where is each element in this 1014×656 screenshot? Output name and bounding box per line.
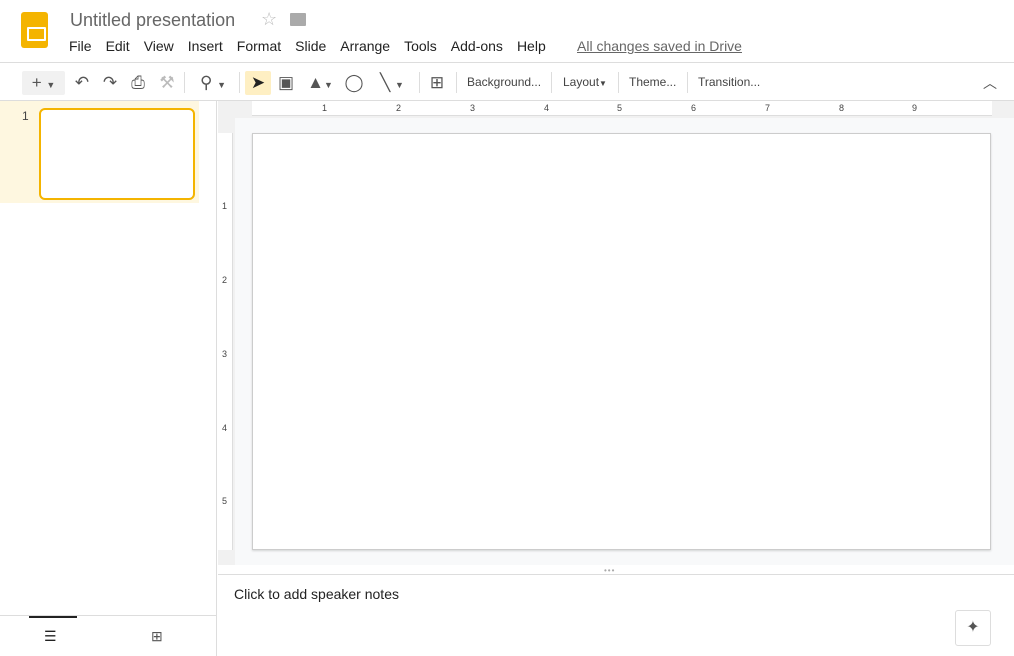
ruler-label: 4 <box>544 103 550 113</box>
transition-button[interactable]: Transition... <box>698 75 760 89</box>
ruler-label: 5 <box>617 103 623 113</box>
ruler-label: 7 <box>765 103 771 113</box>
menu-arrange[interactable]: Arrange <box>340 38 390 54</box>
print-icon[interactable]: ⎙ <box>128 71 148 95</box>
grid-view-icon[interactable]: ⊞ <box>151 628 163 645</box>
menu-bar: File Edit View Insert Format Slide Arran… <box>69 38 560 54</box>
redo-icon[interactable]: ↷ <box>100 71 120 95</box>
new-slide-button[interactable]: + ▼ <box>22 71 65 95</box>
menu-edit[interactable]: Edit <box>106 38 130 54</box>
slide-thumbnail[interactable] <box>39 108 195 200</box>
ruler-label: 3 <box>470 103 476 113</box>
vertical-ruler[interactable]: 1 2 3 4 5 <box>218 118 235 565</box>
folder-icon[interactable] <box>290 13 306 26</box>
layout-label: Layout <box>563 75 600 89</box>
explore-icon[interactable]: ✦ <box>955 610 991 646</box>
ruler-label: 2 <box>222 275 228 285</box>
horizontal-ruler[interactable]: 1 2 3 4 5 6 7 8 9 <box>218 101 1014 118</box>
ruler-label: 6 <box>691 103 697 113</box>
menu-view[interactable]: View <box>144 38 174 54</box>
menu-file[interactable]: File <box>69 38 92 54</box>
image-button[interactable]: ▲▼ <box>304 71 336 95</box>
menu-insert[interactable]: Insert <box>188 38 223 54</box>
slide-editor[interactable] <box>252 133 991 550</box>
line-button[interactable]: ╲ ▼ <box>373 71 411 95</box>
ruler-label: 5 <box>222 496 228 506</box>
toolbar: + ▼ ↶ ↷ ⎙ ⚒ ⚲ ▼ ➤ ▣ ▲▼ ◯ ╲ ▼ ⊞ Backgroun… <box>0 62 1014 101</box>
text-box-icon[interactable]: ▣ <box>276 71 296 95</box>
paint-format-icon[interactable]: ⚒ <box>157 71 177 95</box>
ruler-label: 3 <box>222 349 228 359</box>
menu-addons[interactable]: Add-ons <box>451 38 503 54</box>
ruler-label: 4 <box>222 423 228 433</box>
background-button[interactable]: Background... <box>467 75 541 89</box>
zoom-button[interactable]: ⚲ ▼ <box>193 71 233 95</box>
ruler-label: 1 <box>322 103 328 113</box>
filmstrip-view-icon[interactable]: ☰ <box>44 628 57 645</box>
view-toggle-bar: ☰ ⊞ <box>0 615 217 656</box>
add-comment-icon[interactable]: ⊞ <box>427 71 447 95</box>
star-icon[interactable]: ☆ <box>261 9 277 30</box>
save-status-link[interactable]: All changes saved in Drive <box>577 38 742 54</box>
select-icon[interactable]: ➤ <box>245 71 271 95</box>
menu-format[interactable]: Format <box>237 38 281 54</box>
menu-slide[interactable]: Slide <box>295 38 326 54</box>
chevron-down-icon: ▼ <box>599 79 607 88</box>
slides-logo[interactable] <box>21 12 48 48</box>
layout-button[interactable]: Layout▼ <box>563 75 607 89</box>
slide-number: 1 <box>22 109 29 123</box>
document-title[interactable]: Untitled presentation <box>70 10 235 31</box>
menu-tools[interactable]: Tools <box>404 38 437 54</box>
undo-icon[interactable]: ↶ <box>72 71 92 95</box>
shape-icon[interactable]: ◯ <box>344 71 364 95</box>
theme-button[interactable]: Theme... <box>629 75 676 89</box>
ruler-label: 2 <box>396 103 402 113</box>
menu-help[interactable]: Help <box>517 38 546 54</box>
ruler-label: 1 <box>222 201 228 211</box>
ruler-label: 8 <box>839 103 845 113</box>
speaker-notes-placeholder[interactable]: Click to add speaker notes <box>234 586 399 602</box>
ruler-label: 9 <box>912 103 918 113</box>
collapse-toolbar-icon[interactable]: ︿ <box>980 71 1000 95</box>
